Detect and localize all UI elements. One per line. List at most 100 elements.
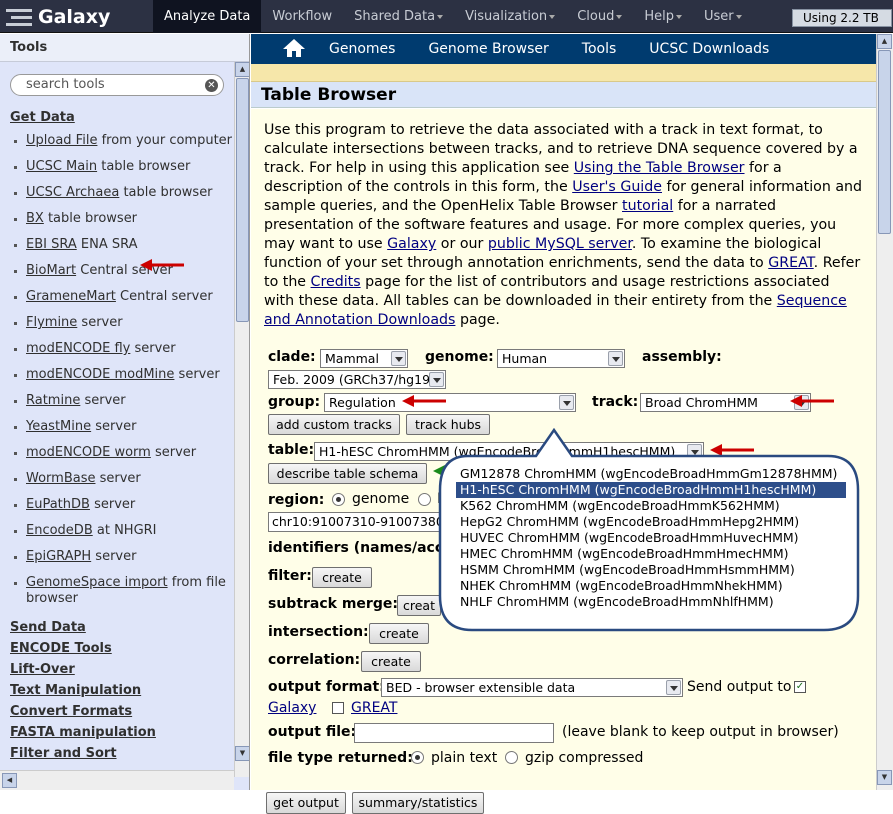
galaxy-link[interactable]: Galaxy [268, 700, 316, 716]
region-encode-radio[interactable] [418, 493, 431, 506]
table-option[interactable]: NHLF ChromHMM (wgEncodeBroadHmmNhlfHMM) [456, 594, 846, 610]
tab-cloud[interactable]: Cloud [566, 0, 633, 33]
tool-section-encode-tools[interactable]: ENCODE Tools [10, 638, 232, 659]
intro-link[interactable]: Galaxy [387, 236, 436, 252]
tab-visualization[interactable]: Visualization [454, 0, 566, 33]
brand-name: Galaxy [38, 6, 111, 28]
intersection-label: intersection: [268, 624, 369, 640]
scroll-left-icon[interactable]: ◀ [2, 773, 17, 788]
tool-link[interactable]: GrameneMart [26, 289, 116, 304]
tool-link[interactable]: UCSC Main [26, 159, 97, 174]
search-input[interactable]: search tools ✕ [10, 74, 224, 96]
tab-user[interactable]: User [693, 0, 753, 33]
table-option[interactable]: NHEK ChromHMM (wgEncodeBroadHmmNhekHMM) [456, 578, 846, 594]
tools-hscrollbar[interactable]: ◀ [0, 770, 234, 790]
table-option[interactable]: H1-hESC ChromHMM (wgEncodeBroadHmmH1hesc… [456, 482, 846, 498]
region-genome-radio[interactable] [332, 493, 345, 506]
tab-help[interactable]: Help [633, 0, 693, 33]
filter-create-button[interactable]: create [312, 567, 372, 588]
tool-link[interactable]: Flymine [26, 315, 77, 330]
ucsc-nav-genomes[interactable]: Genomes [329, 41, 395, 57]
tool-link[interactable]: GenomeSpace import [26, 575, 168, 590]
scroll-down-icon[interactable]: ▼ [235, 746, 249, 761]
tool-item: UCSC Main table browser [10, 159, 232, 175]
tools-scrollbar[interactable]: ▲ ▼ [234, 62, 249, 777]
tool-section-convert-formats[interactable]: Convert Formats [10, 701, 232, 722]
page-scrollbar[interactable]: ▲ ▼ [876, 34, 893, 790]
tool-link[interactable]: WormBase [26, 471, 95, 486]
tool-description: server [174, 367, 220, 382]
tool-section-send-data[interactable]: Send Data [10, 617, 232, 638]
genome-select[interactable]: Human [497, 349, 625, 368]
gzip-radio[interactable] [505, 751, 518, 764]
subtrack-create-button[interactable]: creat [397, 595, 441, 616]
table-option[interactable]: HUVEC ChromHMM (wgEncodeBroadHmmHuvecHMM… [456, 530, 846, 546]
tool-section-fasta-manipulation[interactable]: FASTA manipulation [10, 722, 232, 743]
scroll-up-icon[interactable]: ▲ [235, 62, 249, 77]
great-link[interactable]: GREAT [351, 700, 397, 716]
tool-link[interactable]: modENCODE worm [26, 445, 151, 460]
region-position-input[interactable]: chr10:91007310-91007380 [268, 512, 448, 532]
intro-link[interactable]: Using the Table Browser [574, 160, 745, 176]
tool-section-text-manipulation[interactable]: Text Manipulation [10, 680, 232, 701]
summary-statistics-button[interactable]: summary/statistics [352, 792, 484, 814]
ucsc-nav-ucsc-downloads[interactable]: UCSC Downloads [649, 41, 769, 57]
output-format-select[interactable]: BED - browser extensible data [381, 678, 683, 697]
tool-section-get-data[interactable]: Get Data [10, 107, 232, 128]
tool-link[interactable]: UCSC Archaea [26, 185, 119, 200]
intro-link[interactable]: GREAT [768, 255, 813, 271]
scroll-thumb[interactable] [236, 78, 249, 322]
ucsc-nav-tools[interactable]: Tools [582, 41, 617, 57]
tool-link[interactable]: modENCODE modMine [26, 367, 174, 382]
tool-section-lift-over[interactable]: Lift-Over [10, 659, 232, 680]
output-file-input[interactable] [354, 723, 554, 743]
table-option[interactable]: HMEC ChromHMM (wgEncodeBroadHmmHmecHMM) [456, 546, 846, 562]
tool-link[interactable]: Ratmine [26, 393, 80, 408]
tool-link[interactable]: EncodeDB [26, 523, 93, 538]
tool-item: EBI SRA ENA SRA [10, 237, 232, 253]
table-option[interactable]: HSMM ChromHMM (wgEncodeBroadHmmHsmmHMM) [456, 562, 846, 578]
scroll-down-icon[interactable]: ▼ [877, 770, 892, 785]
tool-link[interactable]: BioMart [26, 263, 76, 278]
plain-text-radio[interactable] [411, 751, 424, 764]
group-select[interactable]: Regulation [324, 393, 576, 412]
correlation-create-button[interactable]: create [361, 651, 421, 672]
tab-analyze-data[interactable]: Analyze Data [153, 0, 262, 33]
intro-link[interactable]: tutorial [622, 198, 673, 214]
gzip-label: gzip compressed [525, 750, 644, 766]
home-icon[interactable] [283, 39, 305, 59]
masthead: Galaxy Analyze Data Workflow Shared Data Vi… [0, 0, 893, 33]
tool-link[interactable]: modENCODE fly [26, 341, 130, 356]
scroll-thumb[interactable] [878, 50, 891, 234]
tool-link[interactable]: BX [26, 211, 44, 226]
intro-link[interactable]: public MySQL server [488, 236, 632, 252]
intersection-create-button[interactable]: create [369, 623, 429, 644]
intro-link[interactable]: Credits [311, 274, 361, 290]
tool-link[interactable]: YeastMine [26, 419, 91, 434]
ucsc-nav-genome-browser[interactable]: Genome Browser [428, 41, 548, 57]
tool-section-filter-and-sort[interactable]: Filter and Sort [10, 743, 232, 764]
tool-link[interactable]: EuPathDB [26, 497, 90, 512]
intro-link[interactable]: User's Guide [572, 179, 662, 195]
galaxy-logo[interactable]: Galaxy [6, 5, 110, 29]
tool-link[interactable]: Upload File [26, 133, 97, 148]
tab-shared-data[interactable]: Shared Data [343, 0, 454, 33]
describe-table-schema-button[interactable]: describe table schema [268, 463, 427, 484]
assembly-select[interactable]: Feb. 2009 (GRCh37/hg19) [268, 370, 446, 389]
tab-workflow[interactable]: Workflow [261, 0, 343, 33]
table-option[interactable]: HepG2 ChromHMM (wgEncodeBroadHmmHepg2HMM… [456, 514, 846, 530]
chevron-down-icon [666, 680, 681, 695]
track-select[interactable]: Broad ChromHMM [640, 393, 811, 412]
table-option[interactable]: GM12878 ChromHMM (wgEncodeBroadHmmGm1287… [456, 466, 846, 482]
table-option[interactable]: K562 ChromHMM (wgEncodeBroadHmmK562HMM) [456, 498, 846, 514]
tool-link[interactable]: EBI SRA [26, 237, 77, 252]
output-format-label: output format: [268, 679, 385, 695]
tool-link[interactable]: EpiGRAPH [26, 549, 91, 564]
clade-select[interactable]: Mammal [320, 349, 408, 368]
clear-search-icon[interactable]: ✕ [205, 79, 218, 92]
get-output-button[interactable]: get output [266, 792, 346, 814]
send-output-great-checkbox[interactable] [332, 702, 344, 714]
scroll-up-icon[interactable]: ▲ [877, 34, 892, 49]
add-custom-tracks-button[interactable]: add custom tracks [268, 414, 400, 435]
send-output-galaxy-checkbox[interactable]: ✓ [794, 681, 806, 693]
